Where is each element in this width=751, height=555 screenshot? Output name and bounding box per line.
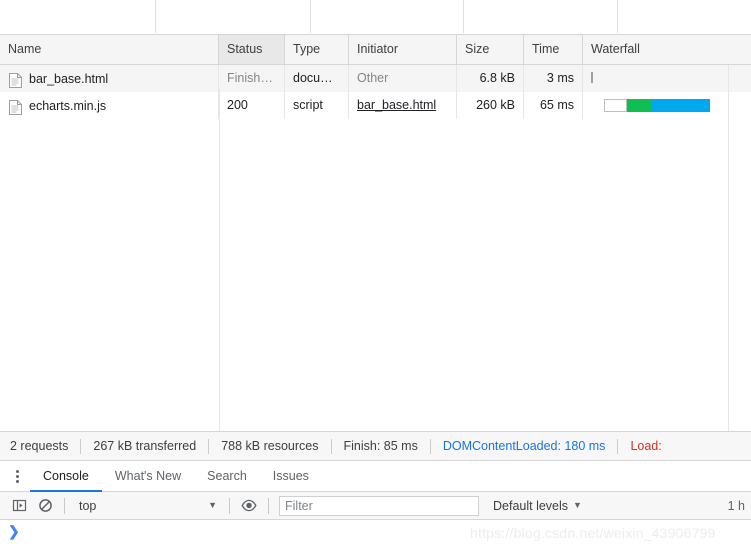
- tab-whats-new[interactable]: What's New: [102, 461, 194, 492]
- initiator-link[interactable]: bar_base.html: [357, 98, 436, 112]
- network-request-table: Name Status Type Initiator Size Time Wat…: [0, 34, 751, 431]
- waterfall-segment-waiting: [627, 99, 652, 112]
- cell-name-text: bar_base.html: [29, 66, 108, 92]
- console-sidebar-icon[interactable]: [6, 493, 32, 519]
- cell-waterfall[interactable]: [583, 65, 751, 92]
- summary-resources: 788 kB resources: [209, 439, 330, 453]
- cell-status: 200: [219, 92, 285, 119]
- document-icon: [9, 71, 22, 86]
- clear-console-icon[interactable]: [32, 493, 58, 519]
- tab-search[interactable]: Search: [194, 461, 260, 492]
- cell-name-text: echarts.min.js: [29, 93, 106, 119]
- waterfall-segment-queueing: [604, 99, 627, 112]
- cell-type: docu…: [285, 65, 349, 92]
- overview-pane-3[interactable]: [311, 0, 464, 33]
- cell-time: 65 ms: [524, 92, 583, 119]
- summary-finish: Finish: 85 ms: [332, 439, 430, 453]
- cell-type: script: [285, 92, 349, 119]
- tab-console[interactable]: Console: [30, 461, 102, 492]
- cell-status: Finish…: [219, 65, 285, 92]
- console-filter-input[interactable]: [279, 496, 479, 516]
- prompt-chevron-icon: ❯: [8, 524, 20, 538]
- cell-name[interactable]: echarts.min.js: [0, 92, 219, 119]
- toolbar-divider: [268, 498, 269, 514]
- toolbar-divider: [64, 498, 65, 514]
- waterfall-segment-download: [652, 99, 710, 112]
- column-header-time[interactable]: Time: [524, 35, 583, 64]
- column-header-initiator[interactable]: Initiator: [349, 35, 457, 64]
- live-expression-eye-icon[interactable]: [236, 493, 262, 519]
- waterfall-bar[interactable]: [604, 99, 710, 112]
- table-row[interactable]: echarts.min.js 200 script bar_base.html …: [0, 92, 751, 119]
- document-icon: [9, 98, 22, 113]
- table-row[interactable]: bar_base.html Finish… docu… Other 6.8 kB…: [0, 65, 751, 92]
- log-level-label: Default levels: [493, 499, 568, 513]
- network-table-header: Name Status Type Initiator Size Time Wat…: [0, 35, 751, 65]
- overview-pane-5[interactable]: [618, 0, 751, 33]
- summary-load: Load:: [618, 439, 673, 453]
- column-header-size[interactable]: Size: [457, 35, 524, 64]
- overview-strip: [0, 0, 751, 33]
- column-header-type[interactable]: Type: [285, 35, 349, 64]
- waterfall-start-tick: [591, 72, 593, 83]
- execution-context-value: top: [79, 499, 96, 513]
- toolbar-divider: [229, 498, 230, 514]
- log-level-select[interactable]: Default levels ▼: [493, 499, 582, 513]
- cell-initiator[interactable]: bar_base.html: [349, 92, 457, 119]
- chevron-down-icon: ▼: [208, 501, 217, 510]
- cell-size: 6.8 kB: [457, 65, 524, 92]
- console-toolbar: top ▼ Default levels ▼ 1 h: [0, 492, 751, 520]
- column-header-name[interactable]: Name: [0, 35, 219, 64]
- chevron-down-icon: ▼: [573, 501, 582, 510]
- execution-context-select[interactable]: top ▼: [71, 495, 223, 517]
- network-summary-bar: 2 requests 267 kB transferred 788 kB res…: [0, 431, 751, 461]
- console-prompt-row[interactable]: ❯: [0, 520, 751, 542]
- column-header-waterfall[interactable]: Waterfall: [583, 35, 751, 64]
- summary-transferred: 267 kB transferred: [81, 439, 208, 453]
- cell-waterfall[interactable]: [583, 92, 751, 119]
- console-message-area[interactable]: ❯: [0, 520, 751, 555]
- overview-pane-4[interactable]: [464, 0, 618, 33]
- waterfall-column-divider: [728, 92, 729, 119]
- overview-pane-2[interactable]: [156, 0, 311, 33]
- summary-requests: 2 requests: [10, 439, 80, 453]
- cell-size: 260 kB: [457, 92, 524, 119]
- hidden-messages-count: 1 h: [718, 499, 745, 513]
- drawer-tab-bar: Console What's New Search Issues: [0, 461, 751, 492]
- cell-name[interactable]: bar_base.html: [0, 65, 219, 92]
- tab-issues[interactable]: Issues: [260, 461, 322, 492]
- waterfall-column-divider: [728, 65, 729, 92]
- kebab-menu-icon[interactable]: [4, 461, 30, 492]
- overview-pane-1[interactable]: [0, 0, 156, 33]
- summary-dom-content-loaded: DOMContentLoaded: 180 ms: [431, 439, 618, 453]
- cell-time: 3 ms: [524, 65, 583, 92]
- column-header-status[interactable]: Status: [219, 35, 285, 64]
- network-table-body: bar_base.html Finish… docu… Other 6.8 kB…: [0, 65, 751, 431]
- cell-initiator: Other: [349, 65, 457, 92]
